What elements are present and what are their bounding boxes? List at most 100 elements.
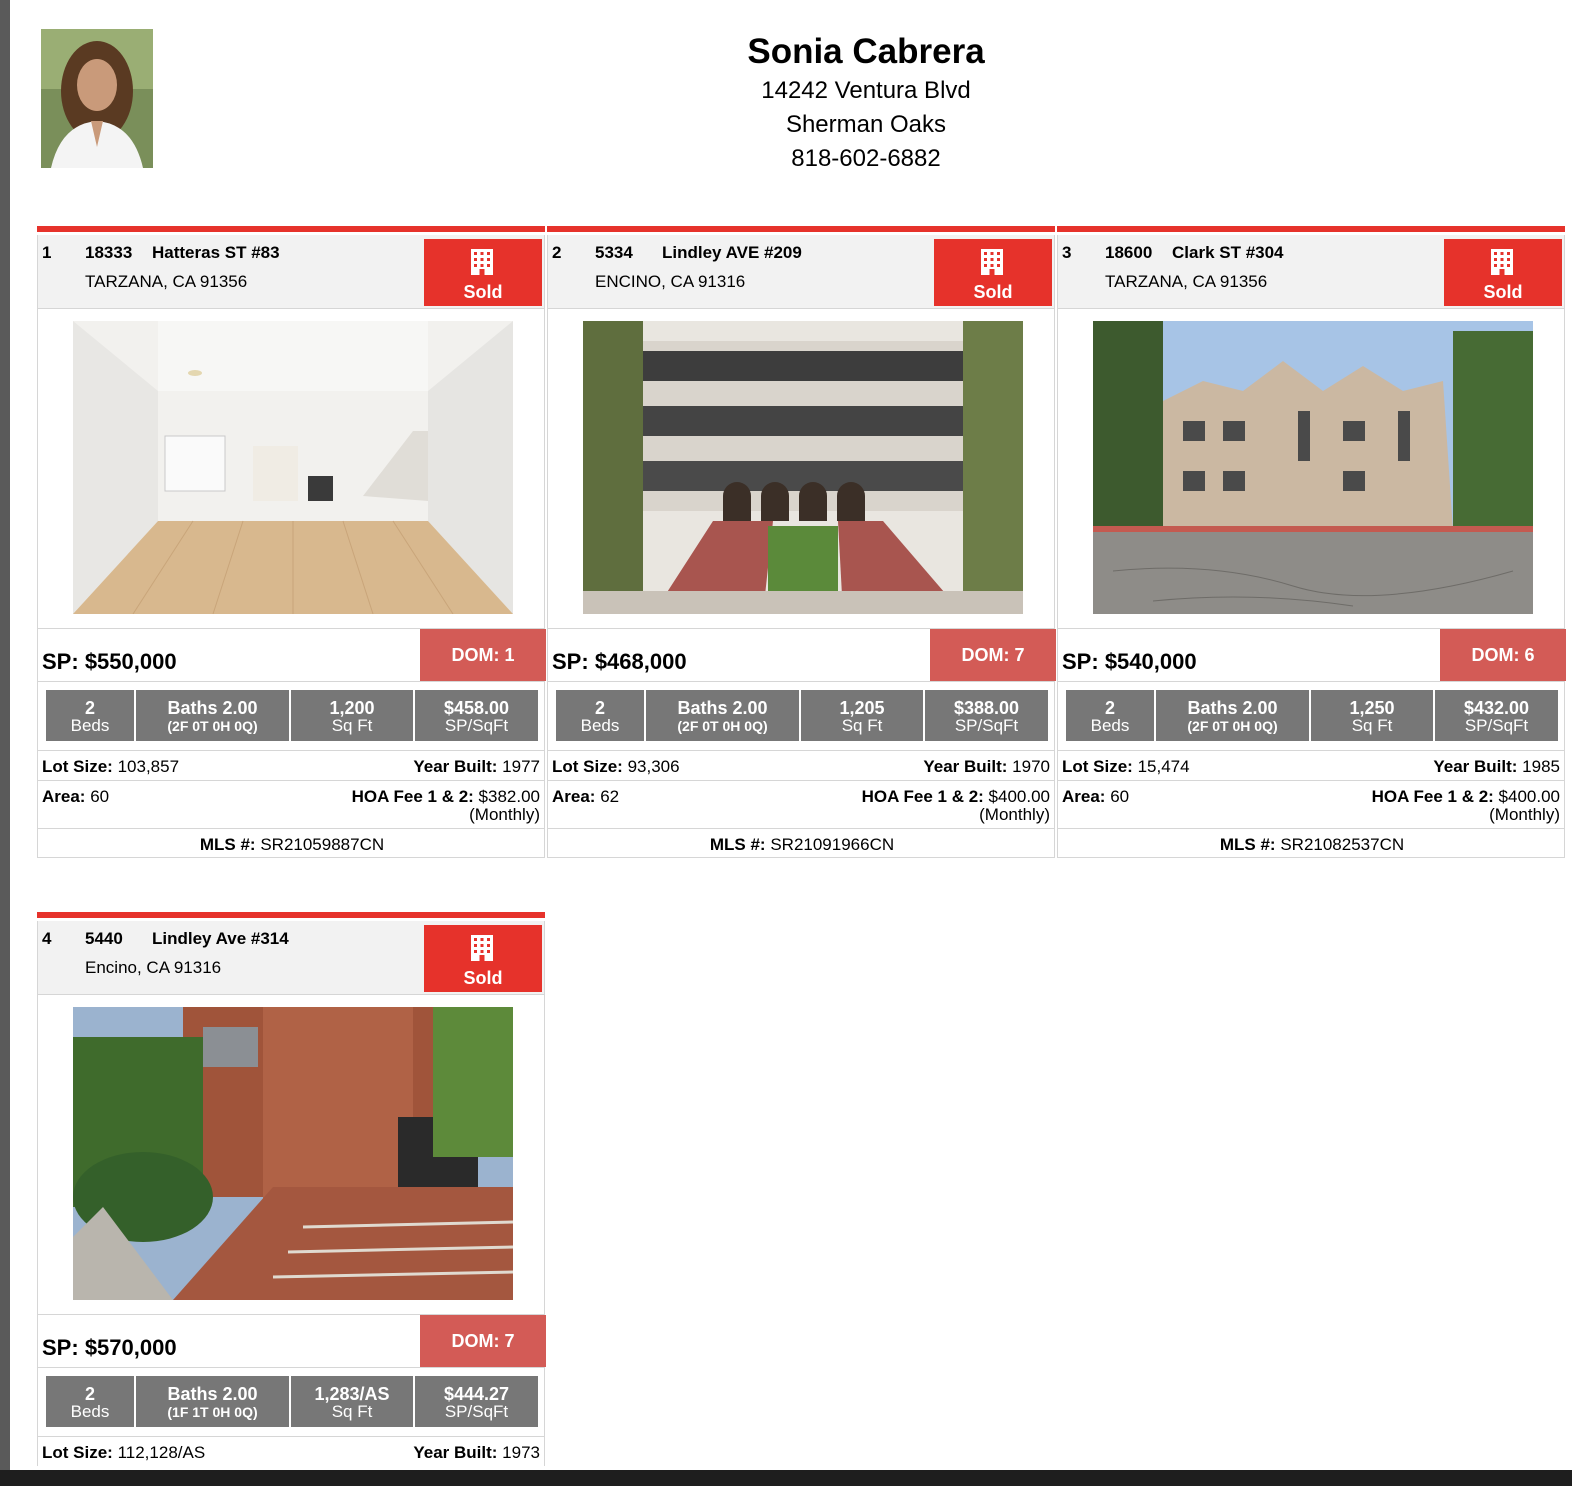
hoa-period: (Monthly) xyxy=(1489,805,1560,824)
street-name: Lindley AVE #209 xyxy=(662,243,802,262)
listing-card: 4 5440 Lindley Ave #314 Encino, CA 91316… xyxy=(37,912,546,1470)
listing-card: 3 18600 Clark ST #304 TARZANA, CA 91356 … xyxy=(1057,226,1566,858)
price-row: SP: $468,000 DOM: 7 xyxy=(547,628,1056,682)
dom-badge: DOM: 7 xyxy=(930,629,1056,681)
status-label: Sold xyxy=(463,968,503,988)
beds-stat: 2 Beds xyxy=(556,690,644,741)
listing-photo-frame xyxy=(37,309,545,628)
listing-header: 3 18600 Clark ST #304 TARZANA, CA 91356 … xyxy=(1057,235,1565,309)
street-number: 5334 xyxy=(595,243,633,262)
street-number: 5440 xyxy=(85,929,123,948)
sp-sqft-stat: $444.27 SP/SqFt xyxy=(415,1376,538,1427)
city-line: TARZANA, CA 91356 xyxy=(85,272,248,291)
building-icon xyxy=(471,249,493,275)
hoa-period: (Monthly) xyxy=(469,805,540,824)
baths-stat: Baths 2.00 (2F 0T 0H 0Q) xyxy=(646,690,799,741)
city-line: ENCINO, CA 91316 xyxy=(595,272,746,291)
lot-size: Lot Size: 103,857 xyxy=(42,757,180,776)
status-label: Sold xyxy=(463,282,503,302)
agent-info: Sonia Cabrera 14242 Ventura Blvd Sherman… xyxy=(566,30,1166,176)
sold-price: SP: $540,000 xyxy=(1062,649,1197,674)
street-name: Hatteras ST #83 xyxy=(152,243,280,262)
area-hoa-row: Area: 60 HOA Fee 1 & 2: $382.00 (Monthly… xyxy=(37,780,545,828)
building-icon xyxy=(471,935,493,961)
street-number: 18600 xyxy=(1105,243,1153,262)
baths-stat: Baths 2.00 (2F 0T 0H 0Q) xyxy=(136,690,289,741)
report-page: Sonia Cabrera 14242 Ventura Blvd Sherman… xyxy=(10,0,1572,1470)
sold-price: SP: $550,000 xyxy=(42,649,177,674)
status-badge: Sold xyxy=(1444,239,1562,306)
sqft-stat: 1,200 Sq Ft xyxy=(291,690,413,741)
price-row: SP: $540,000 DOM: 6 xyxy=(1057,628,1566,682)
listing-photo[interactable] xyxy=(73,1007,513,1300)
lot-year-row: Lot Size: 93,306 Year Built: 1970 xyxy=(547,750,1055,780)
mls-row: MLS #: SR21091966CN xyxy=(547,828,1055,858)
baths-stat: Baths 2.00 (1F 1T 0H 0Q) xyxy=(136,1376,289,1427)
dom-badge: DOM: 7 xyxy=(420,1315,546,1367)
lot-year-row: Lot Size: 15,474 Year Built: 1985 xyxy=(1057,750,1565,780)
agent-phone[interactable]: 818-602-6882 xyxy=(566,142,1166,176)
listing-index: 4 xyxy=(42,929,52,948)
listing-index: 1 xyxy=(42,243,52,262)
sqft-stat: 1,205 Sq Ft xyxy=(801,690,923,741)
sold-price: SP: $570,000 xyxy=(42,1335,177,1360)
sqft-stat: 1,250 Sq Ft xyxy=(1311,690,1433,741)
lot-size: Lot Size: 15,474 xyxy=(1062,757,1190,776)
sp-sqft-stat: $458.00 SP/SqFt xyxy=(415,690,538,741)
street-name: Lindley Ave #314 xyxy=(152,929,289,948)
hoa-fee: HOA Fee 1 & 2: $400.00 xyxy=(1371,787,1560,806)
year-built: Year Built: 1977 xyxy=(413,757,540,776)
stats-row: 2 Beds Baths 2.00 (1F 1T 0H 0Q) 1,283/AS Sq… xyxy=(37,1368,545,1436)
building-icon xyxy=(1491,249,1513,275)
city-line: TARZANA, CA 91356 xyxy=(1105,272,1268,291)
area: Area: 60 xyxy=(1062,787,1130,806)
agent-name: Sonia Cabrera xyxy=(747,32,985,71)
agent-city: Sherman Oaks xyxy=(785,111,947,138)
year-built: Year Built: 1985 xyxy=(1433,757,1560,776)
listing-photo[interactable] xyxy=(1093,321,1533,614)
street-name: Clark ST #304 xyxy=(1172,243,1284,262)
listing-photo-frame xyxy=(1057,309,1565,628)
listing-header: 4 5440 Lindley Ave #314 Encino, CA 91316… xyxy=(37,921,545,995)
lot-size: Lot Size: 93,306 xyxy=(552,757,680,776)
area-hoa-row: Area: 62 HOA Fee 1 & 2: $400.00 (Monthly… xyxy=(547,780,1055,828)
sqft-stat: 1,283/AS Sq Ft xyxy=(291,1376,413,1427)
stats-row: 2 Beds Baths 2.00 (2F 0T 0H 0Q) 1,250 Sq Ft… xyxy=(1057,682,1565,750)
hoa-fee: HOA Fee 1 & 2: $400.00 xyxy=(861,787,1050,806)
listing-photo-frame xyxy=(547,309,1055,628)
dom-badge: DOM: 6 xyxy=(1440,629,1566,681)
baths-stat: Baths 2.00 (2F 0T 0H 0Q) xyxy=(1156,690,1309,741)
mls-number: MLS #: SR21082537CN xyxy=(1219,835,1405,854)
mls-row: MLS #: SR21082537CN xyxy=(1057,828,1565,858)
viewer-bottom-edge xyxy=(0,1470,1572,1486)
city-line: Encino, CA 91316 xyxy=(85,958,222,977)
street-number: 18333 xyxy=(85,243,133,262)
status-badge: Sold xyxy=(424,925,542,992)
sold-price: SP: $468,000 xyxy=(552,649,687,674)
listing-photo[interactable] xyxy=(583,321,1023,614)
price-row: SP: $550,000 DOM: 1 xyxy=(37,628,546,682)
status-badge: Sold xyxy=(424,239,542,306)
status-label: Sold xyxy=(1483,282,1523,302)
hoa-fee: HOA Fee 1 & 2: $382.00 xyxy=(351,787,540,806)
listing-index: 3 xyxy=(1062,243,1072,262)
sp-sqft-stat: $388.00 SP/SqFt xyxy=(925,690,1048,741)
mls-number: MLS #: SR21091966CN xyxy=(709,835,895,854)
mls-row: MLS #: SR21059887CN xyxy=(37,828,545,858)
lot-size: Lot Size: 112,128/AS xyxy=(42,1443,206,1462)
listing-photo[interactable] xyxy=(73,321,513,614)
hoa-period: (Monthly) xyxy=(979,805,1050,824)
area: Area: 62 xyxy=(552,787,620,806)
stats-row: 2 Beds Baths 2.00 (2F 0T 0H 0Q) 1,200 Sq Ft… xyxy=(37,682,545,750)
viewer-left-edge xyxy=(0,0,10,1470)
beds-stat: 2 Beds xyxy=(46,690,134,741)
listing-header: 1 18333 Hatteras ST #83 TARZANA, CA 9135… xyxy=(37,235,545,309)
mls-number: MLS #: SR21059887CN xyxy=(199,835,385,854)
listing-card: 2 5334 Lindley AVE #209 ENCINO, CA 91316… xyxy=(547,226,1056,858)
price-row: SP: $570,000 DOM: 7 xyxy=(37,1314,546,1368)
area-hoa-row: Area: 60 HOA Fee 1 & 2: $400.00 (Monthly… xyxy=(1057,780,1565,828)
status-badge: Sold xyxy=(934,239,1052,306)
agent-photo xyxy=(41,29,153,168)
listing-photo-frame xyxy=(37,995,545,1314)
lot-year-row: Lot Size: 112,128/AS Year Built: 1973 xyxy=(37,1436,545,1466)
